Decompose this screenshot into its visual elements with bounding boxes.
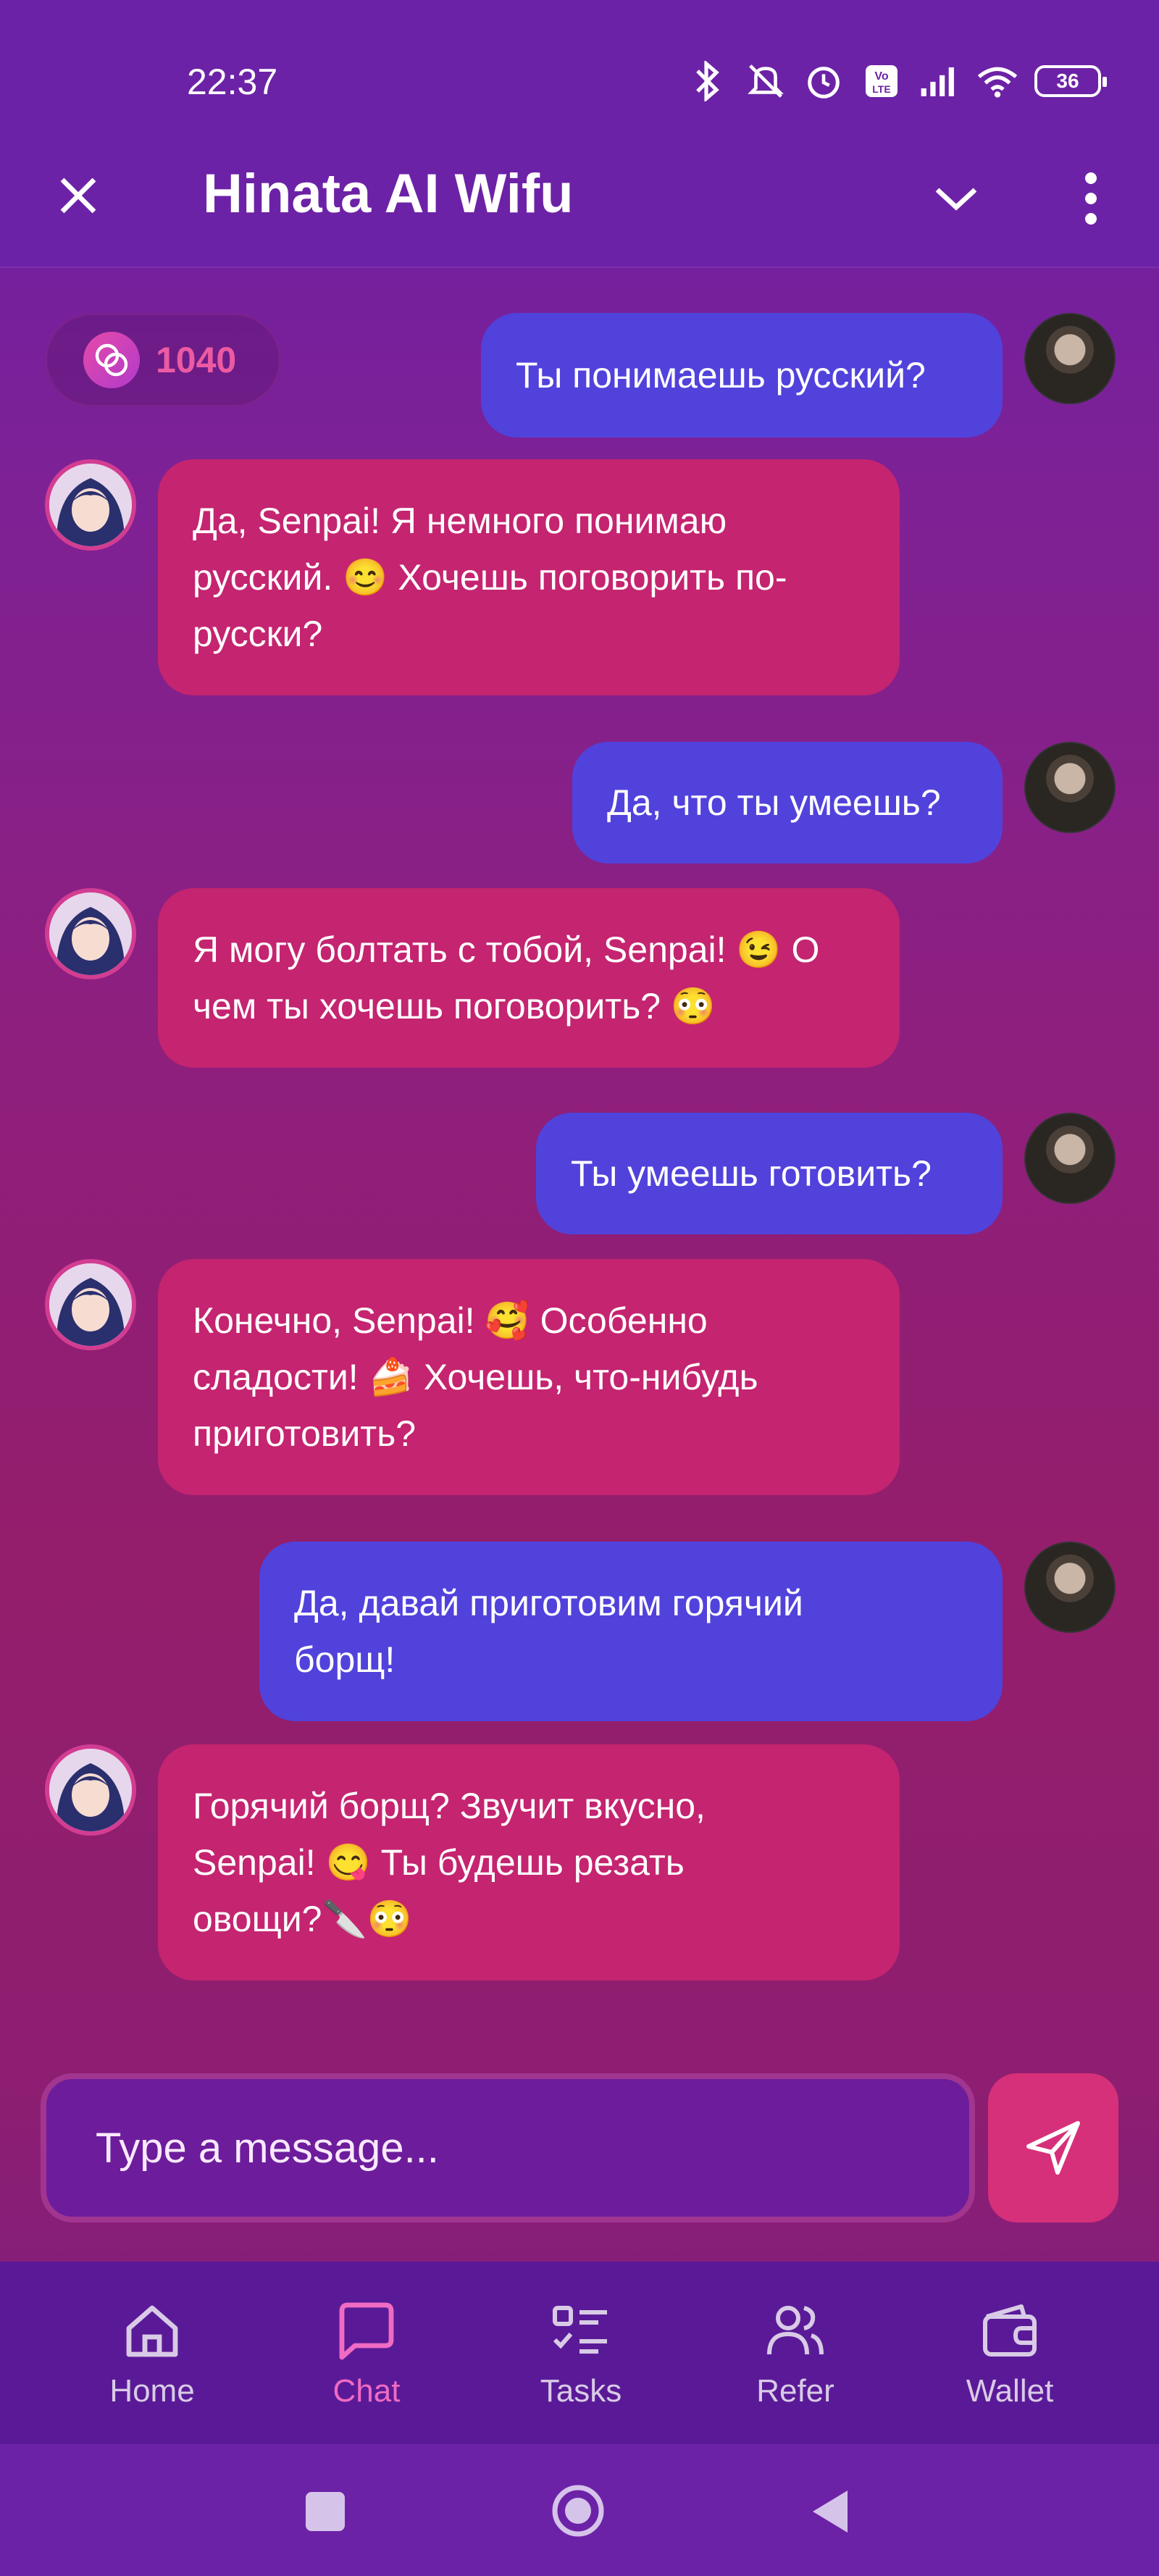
bot-avatar — [45, 459, 136, 551]
user-message: Да, давай приготовим горячий борщ! — [259, 1542, 1003, 1721]
back-triangle-icon — [813, 2491, 848, 2533]
chat-header: Hinata AI Wifu — [0, 138, 1159, 268]
recents-button[interactable] — [300, 2486, 351, 2537]
user-message: Да, что ты умеешь? — [572, 742, 1003, 863]
nav-label: Chat — [332, 2373, 401, 2409]
home-icon — [117, 2296, 187, 2366]
bot-avatar — [45, 888, 136, 979]
more-vertical-icon — [1085, 172, 1097, 225]
message-line: Да, Senpai! Я немного понимаю — [193, 501, 727, 541]
svg-text:Vo: Vo — [874, 70, 888, 83]
user-avatar — [1024, 1113, 1116, 1204]
square-icon — [306, 2492, 345, 2531]
nav-label: Tasks — [540, 2373, 622, 2409]
message-line: овощи?🔪😳 — [193, 1899, 413, 1939]
back-button[interactable] — [806, 2486, 856, 2537]
tasks-icon — [546, 2296, 616, 2366]
svg-text:LTE: LTE — [872, 83, 890, 95]
volte-icon: Vo LTE — [861, 60, 903, 102]
nav-item-wallet[interactable]: Wallet — [903, 2262, 1117, 2444]
nav-item-home[interactable]: Home — [45, 2262, 259, 2444]
user-avatar — [1024, 313, 1116, 404]
bot-message: Я могу болтать с тобой, Senpai! 😉 О чем … — [158, 888, 900, 1068]
message-line: русский. 😊 Хочешь поговорить по- — [193, 557, 787, 598]
alarm-icon — [803, 60, 845, 102]
user-avatar — [1024, 1542, 1116, 1633]
page-title: Hinata AI Wifu — [203, 163, 574, 225]
refer-icon — [761, 2296, 830, 2366]
close-button[interactable] — [49, 167, 107, 225]
message-line: чем ты хочешь поговорить? 😳 — [193, 986, 716, 1026]
nav-label: Home — [109, 2373, 195, 2409]
message-line: Senpai! 😋 Ты будешь резать — [193, 1842, 685, 1883]
message-input[interactable] — [96, 2123, 969, 2173]
coin-balance-badge: 1040 — [45, 313, 281, 407]
message-line: сладости! 🍰 Хочешь, что-нибудь — [193, 1357, 758, 1397]
nav-item-tasks[interactable]: Tasks — [474, 2262, 688, 2444]
message-line: Я могу болтать с тобой, Senpai! 😉 О — [193, 929, 820, 970]
bot-message: Горячий борщ? Звучит вкусно, Senpai! 😋 Т… — [158, 1744, 900, 1981]
message-input-wrapper — [41, 2073, 975, 2222]
user-message: Ты понимаешь русский? — [481, 313, 1003, 438]
user-avatar — [1024, 742, 1116, 833]
message-line: Да, давай приготовим горячий — [294, 1583, 803, 1623]
mute-icon — [745, 60, 787, 102]
close-icon — [60, 177, 96, 214]
chevron-down-icon — [935, 188, 977, 211]
message-line: Конечно, Senpai! 🥰 Особенно — [193, 1300, 708, 1341]
message-text: Ты понимаешь русский? — [516, 355, 926, 396]
status-icons: Vo LTE 36 — [687, 57, 1107, 106]
message-line: русски? — [193, 614, 323, 654]
message-text: Да, что ты умеешь? — [607, 782, 941, 823]
system-nav-bar — [0, 2444, 1159, 2576]
bluetooth-icon — [687, 60, 729, 102]
wallet-icon — [975, 2296, 1045, 2366]
circle-icon — [552, 2485, 604, 2537]
nav-label: Refer — [756, 2373, 834, 2409]
more-menu-button[interactable] — [1062, 162, 1120, 235]
home-system-button[interactable] — [549, 2482, 607, 2540]
battery-icon: 36 — [1034, 65, 1107, 97]
nav-item-refer[interactable]: Refer — [688, 2262, 903, 2444]
status-bar: 22:37 Vo LTE 36 — [0, 0, 1159, 152]
send-button[interactable] — [988, 2073, 1118, 2222]
send-icon — [1026, 2121, 1080, 2175]
message-text: Ты умеешь готовить? — [571, 1153, 932, 1194]
signal-icon — [919, 60, 961, 102]
chevron-down-button[interactable] — [927, 170, 985, 227]
wifi-icon — [976, 60, 1018, 102]
bot-message: Да, Senpai! Я немного понимаю русский. 😊… — [158, 459, 900, 695]
chat-icon — [332, 2296, 401, 2366]
nav-label: Wallet — [966, 2373, 1054, 2409]
message-line: Горячий борщ? Звучит вкусно, — [193, 1786, 706, 1826]
coin-balance: 1040 — [156, 340, 237, 380]
bot-avatar — [45, 1259, 136, 1350]
nav-item-chat[interactable]: Chat — [259, 2262, 474, 2444]
bot-message: Конечно, Senpai! 🥰 Особенно сладости! 🍰 … — [158, 1259, 900, 1495]
coins-icon — [83, 332, 140, 388]
bot-avatar — [45, 1744, 136, 1836]
bottom-nav: Home Chat Tasks Refer Wallet — [0, 2262, 1159, 2444]
user-message: Ты умеешь готовить? — [536, 1113, 1003, 1234]
message-line: приготовить? — [193, 1413, 417, 1454]
status-time: 22:37 — [187, 62, 278, 102]
message-line: борщ! — [294, 1639, 396, 1680]
